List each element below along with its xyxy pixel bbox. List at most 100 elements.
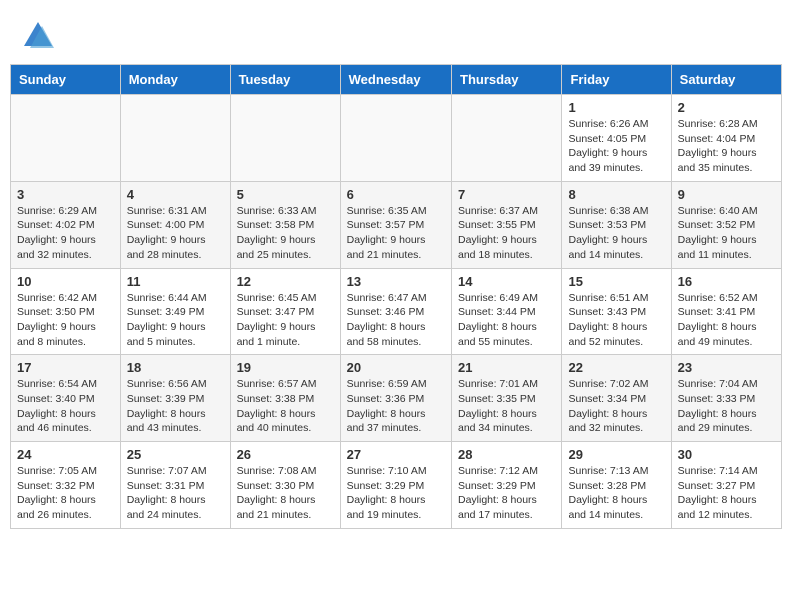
day-info: Sunrise: 6:33 AMSunset: 3:58 PMDaylight:… (237, 204, 334, 263)
week-row-3: 17 Sunrise: 6:54 AMSunset: 3:40 PMDayligh… (11, 355, 782, 442)
day-cell: 29Sunrise: 7:13 AMSunset: 3:28 PMDayligh… (562, 442, 671, 529)
day-cell: 17 Sunrise: 6:54 AMSunset: 3:40 PMDayligh… (11, 355, 121, 442)
day-number: 17 (17, 360, 114, 375)
day-cell: 16Sunrise: 6:52 AMSunset: 3:41 PMDayligh… (671, 268, 781, 355)
day-cell: 30 Sunrise: 7:14 AMSunset: 3:27 PMDayligh… (671, 442, 781, 529)
day-cell: 2 Sunrise: 6:28 AMSunset: 4:04 PMDaylight… (671, 95, 781, 182)
day-cell: 24 Sunrise: 7:05 AMSunset: 3:32 PMDayligh… (11, 442, 121, 529)
day-info: Sunrise: 6:44 AMSunset: 3:49 PMDaylight:… (127, 291, 224, 350)
day-cell (452, 95, 562, 182)
day-info: Sunrise: 6:29 AMSunset: 4:02 PMDaylight:… (17, 204, 114, 263)
week-row-1: 3Sunrise: 6:29 AMSunset: 4:02 PMDaylight… (11, 181, 782, 268)
header-row: SundayMondayTuesdayWednesdayThursdayFrid… (11, 65, 782, 95)
day-cell (120, 95, 230, 182)
logo-icon (20, 18, 56, 54)
week-row-4: 24 Sunrise: 7:05 AMSunset: 3:32 PMDayligh… (11, 442, 782, 529)
day-number: 4 (127, 187, 224, 202)
day-number: 2 (678, 100, 775, 115)
day-number: 14 (458, 274, 555, 289)
day-cell: 23Sunrise: 7:04 AMSunset: 3:33 PMDayligh… (671, 355, 781, 442)
calendar-wrapper: SundayMondayTuesdayWednesdayThursdayFrid… (0, 64, 792, 539)
day-number: 15 (568, 274, 664, 289)
day-info: Sunrise: 6:45 AMSunset: 3:47 PMDaylight:… (237, 291, 334, 350)
day-info: Sunrise: 7:12 AMSunset: 3:29 PMDaylight:… (458, 464, 555, 523)
day-cell: 3Sunrise: 6:29 AMSunset: 4:02 PMDaylight… (11, 181, 121, 268)
day-cell: 18 Sunrise: 6:56 AMSunset: 3:39 PMDayligh… (120, 355, 230, 442)
logo (20, 18, 60, 54)
day-cell: 27 Sunrise: 7:10 AMSunset: 3:29 PMDayligh… (340, 442, 451, 529)
day-number: 6 (347, 187, 445, 202)
day-cell: 1Sunrise: 6:26 AMSunset: 4:05 PMDaylight… (562, 95, 671, 182)
day-number: 8 (568, 187, 664, 202)
day-number: 25 (127, 447, 224, 462)
day-number: 22 (568, 360, 664, 375)
week-row-0: 1Sunrise: 6:26 AMSunset: 4:05 PMDaylight… (11, 95, 782, 182)
day-cell: 15 Sunrise: 6:51 AMSunset: 3:43 PMDayligh… (562, 268, 671, 355)
day-cell: 25 Sunrise: 7:07 AMSunset: 3:31 PMDayligh… (120, 442, 230, 529)
day-number: 27 (347, 447, 445, 462)
week-row-2: 10 Sunrise: 6:42 AMSunset: 3:50 PMDayligh… (11, 268, 782, 355)
day-number: 24 (17, 447, 114, 462)
day-number: 20 (347, 360, 445, 375)
day-info: Sunrise: 6:51 AMSunset: 3:43 PMDaylight:… (568, 291, 664, 350)
col-header-friday: Friday (562, 65, 671, 95)
day-cell: 19 Sunrise: 6:57 AMSunset: 3:38 PMDayligh… (230, 355, 340, 442)
day-info: Sunrise: 7:07 AMSunset: 3:31 PMDaylight:… (127, 464, 224, 523)
day-cell: 9 Sunrise: 6:40 AMSunset: 3:52 PMDaylight… (671, 181, 781, 268)
day-info: Sunrise: 6:56 AMSunset: 3:39 PMDaylight:… (127, 377, 224, 436)
day-number: 10 (17, 274, 114, 289)
col-header-thursday: Thursday (452, 65, 562, 95)
day-number: 30 (678, 447, 775, 462)
day-info: Sunrise: 6:42 AMSunset: 3:50 PMDaylight:… (17, 291, 114, 350)
day-number: 12 (237, 274, 334, 289)
col-header-wednesday: Wednesday (340, 65, 451, 95)
day-cell: 6 Sunrise: 6:35 AMSunset: 3:57 PMDaylight… (340, 181, 451, 268)
day-info: Sunrise: 6:59 AMSunset: 3:36 PMDaylight:… (347, 377, 445, 436)
day-info: Sunrise: 6:57 AMSunset: 3:38 PMDaylight:… (237, 377, 334, 436)
day-cell: 7 Sunrise: 6:37 AMSunset: 3:55 PMDaylight… (452, 181, 562, 268)
day-info: Sunrise: 7:01 AMSunset: 3:35 PMDaylight:… (458, 377, 555, 436)
day-info: Sunrise: 6:37 AMSunset: 3:55 PMDaylight:… (458, 204, 555, 263)
day-info: Sunrise: 6:49 AMSunset: 3:44 PMDaylight:… (458, 291, 555, 350)
day-number: 7 (458, 187, 555, 202)
page-header (0, 0, 792, 64)
day-number: 21 (458, 360, 555, 375)
day-info: Sunrise: 6:38 AMSunset: 3:53 PMDaylight:… (568, 204, 664, 263)
col-header-saturday: Saturday (671, 65, 781, 95)
day-info: Sunrise: 7:04 AMSunset: 3:33 PMDaylight:… (678, 377, 775, 436)
day-info: Sunrise: 7:02 AMSunset: 3:34 PMDaylight:… (568, 377, 664, 436)
day-info: Sunrise: 7:13 AMSunset: 3:28 PMDaylight:… (568, 464, 664, 523)
day-cell: 13Sunrise: 6:47 AMSunset: 3:46 PMDayligh… (340, 268, 451, 355)
day-cell: 11Sunrise: 6:44 AMSunset: 3:49 PMDayligh… (120, 268, 230, 355)
day-cell: 12 Sunrise: 6:45 AMSunset: 3:47 PMDayligh… (230, 268, 340, 355)
day-cell: 4Sunrise: 6:31 AMSunset: 4:00 PMDaylight… (120, 181, 230, 268)
day-info: Sunrise: 6:26 AMSunset: 4:05 PMDaylight:… (568, 117, 664, 176)
day-info: Sunrise: 6:54 AMSunset: 3:40 PMDaylight:… (17, 377, 114, 436)
day-cell: 8 Sunrise: 6:38 AMSunset: 3:53 PMDaylight… (562, 181, 671, 268)
day-info: Sunrise: 6:40 AMSunset: 3:52 PMDaylight:… (678, 204, 775, 263)
day-cell (11, 95, 121, 182)
day-cell: 20 Sunrise: 6:59 AMSunset: 3:36 PMDayligh… (340, 355, 451, 442)
day-number: 19 (237, 360, 334, 375)
day-info: Sunrise: 6:47 AMSunset: 3:46 PMDaylight:… (347, 291, 445, 350)
day-number: 9 (678, 187, 775, 202)
day-number: 18 (127, 360, 224, 375)
day-cell (230, 95, 340, 182)
day-info: Sunrise: 6:28 AMSunset: 4:04 PMDaylight:… (678, 117, 775, 176)
day-info: Sunrise: 7:14 AMSunset: 3:27 PMDaylight:… (678, 464, 775, 523)
day-cell: 14 Sunrise: 6:49 AMSunset: 3:44 PMDayligh… (452, 268, 562, 355)
day-info: Sunrise: 7:08 AMSunset: 3:30 PMDaylight:… (237, 464, 334, 523)
day-number: 28 (458, 447, 555, 462)
day-cell: 22 Sunrise: 7:02 AMSunset: 3:34 PMDayligh… (562, 355, 671, 442)
day-number: 26 (237, 447, 334, 462)
day-info: Sunrise: 6:35 AMSunset: 3:57 PMDaylight:… (347, 204, 445, 263)
day-cell: 21 Sunrise: 7:01 AMSunset: 3:35 PMDayligh… (452, 355, 562, 442)
col-header-tuesday: Tuesday (230, 65, 340, 95)
col-header-sunday: Sunday (11, 65, 121, 95)
day-info: Sunrise: 7:10 AMSunset: 3:29 PMDaylight:… (347, 464, 445, 523)
day-cell: 26 Sunrise: 7:08 AMSunset: 3:30 PMDayligh… (230, 442, 340, 529)
day-info: Sunrise: 7:05 AMSunset: 3:32 PMDaylight:… (17, 464, 114, 523)
calendar-table: SundayMondayTuesdayWednesdayThursdayFrid… (10, 64, 782, 529)
day-cell: 28 Sunrise: 7:12 AMSunset: 3:29 PMDayligh… (452, 442, 562, 529)
day-cell: 10 Sunrise: 6:42 AMSunset: 3:50 PMDayligh… (11, 268, 121, 355)
